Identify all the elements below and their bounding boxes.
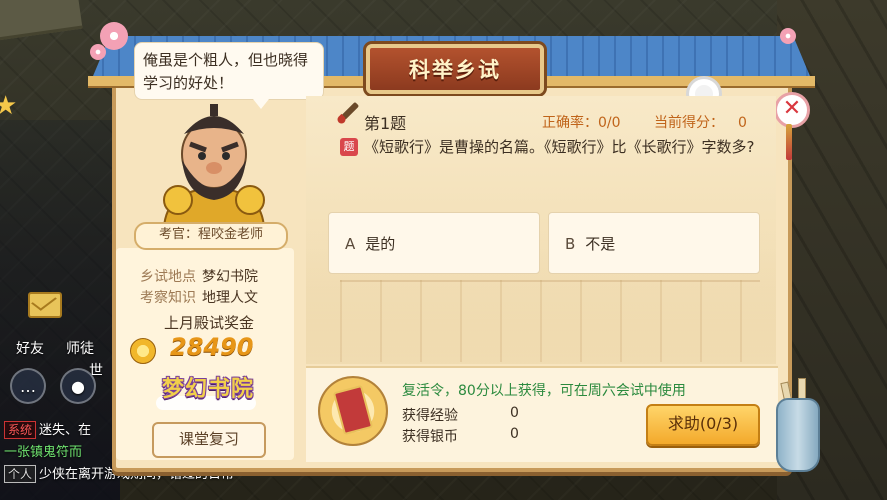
chat-text: 一张镇鬼符而 (4, 445, 83, 460)
answer-letter: B (565, 235, 576, 253)
location-label: 乡试地点 (140, 269, 196, 285)
subject-label: 考察知识 (140, 290, 196, 306)
voice-button[interactable]: ● (58, 368, 98, 404)
vase-decoration (776, 398, 820, 472)
accuracy-stat: 正确率：0/0 (542, 112, 621, 132)
blossom-decoration (100, 22, 128, 50)
examiner-portrait (162, 104, 266, 228)
chat-log[interactable]: 系统 迷失、在 一张镇鬼符而 个人 少侠在离开游戏期间，错过的日常 (4, 420, 234, 486)
hall-background (340, 280, 760, 362)
chat-button[interactable]: … (8, 368, 48, 404)
coin-icon (130, 338, 156, 364)
chat-text: 迷失、在 (39, 423, 92, 438)
close-icon: ✕ (782, 96, 802, 121)
exp-value: 0 (510, 405, 519, 421)
dialog-title: 科举乡试 (366, 44, 544, 94)
chat-line: 个人 少侠在离开游戏期间，错过的日常 (4, 464, 234, 486)
score-value: 0 (738, 115, 747, 131)
mentor-label: 师徒 (66, 341, 94, 357)
revive-text: 复活令，80分以上获得，可在周六会试中使用 (402, 383, 686, 399)
blossom-decoration (780, 28, 796, 44)
mail-icon[interactable] (28, 292, 62, 318)
academy-logo: 梦幻书院 (161, 377, 254, 402)
answer-option-b[interactable]: B 不是 (548, 212, 760, 274)
question-text: 《短歌行》是曹操的名篇。《短歌行》比《长歌行》字数多? (364, 138, 755, 156)
exp-label: 获得经验 (402, 408, 458, 424)
bonus-value: 28490 (170, 333, 254, 361)
microphone-icon: ● (60, 368, 96, 404)
tassel-decoration (786, 124, 792, 160)
info-row-subject: 考察知识 地理人文 (140, 287, 258, 307)
system-tag: 系统 (4, 421, 37, 439)
silver-label: 获得银币 (402, 429, 458, 445)
friends-button[interactable]: 好友 (10, 338, 50, 358)
answer-text: 是的 (365, 235, 396, 253)
silver-value: 0 (510, 426, 519, 442)
location-value: 梦幻书院 (202, 269, 258, 285)
examiner-name-plate: 考官：程咬金老师 (134, 222, 288, 250)
subject-value: 地理人文 (202, 290, 258, 306)
close-button[interactable]: ✕ (774, 92, 810, 128)
help-button[interactable]: 求助(0/3) (646, 404, 760, 446)
score-label: 当前得分： (654, 115, 724, 131)
chat-line: 一张镇鬼符而 (4, 442, 124, 464)
personal-tag: 个人 (4, 465, 37, 483)
accuracy-label: 正确率： (542, 115, 598, 131)
classroom-review-button[interactable]: 课堂复习 (152, 422, 266, 458)
silver-reward: 获得银币 0 (402, 426, 519, 446)
examiner-speech-bubble: 俺虽是个粗人，但也晓得学习的好处！ (134, 42, 324, 109)
friends-label: 好友 (16, 341, 44, 357)
score-stat: 当前得分： 0 (654, 112, 747, 132)
chat-line: 系统 迷失、在 (4, 420, 124, 442)
question-badge-icon: 题 (340, 138, 358, 156)
bonus-label: 上月殿试奖金 (163, 314, 254, 332)
accuracy-value: 0/0 (598, 115, 621, 131)
mentor-button[interactable]: 师徒 (60, 338, 100, 358)
info-row-location: 乡试地点 梦幻书院 (140, 266, 258, 286)
blossom-decoration (90, 44, 106, 60)
answer-text: 不是 (585, 235, 616, 253)
chat-bubble-icon: … (10, 368, 46, 404)
question-number: 第1题 (364, 114, 407, 133)
exp-reward: 获得经验 0 (402, 405, 519, 425)
answer-letter: A (345, 235, 356, 253)
star-icon[interactable]: ★ (0, 92, 22, 120)
answer-option-a[interactable]: A 是的 (328, 212, 540, 274)
